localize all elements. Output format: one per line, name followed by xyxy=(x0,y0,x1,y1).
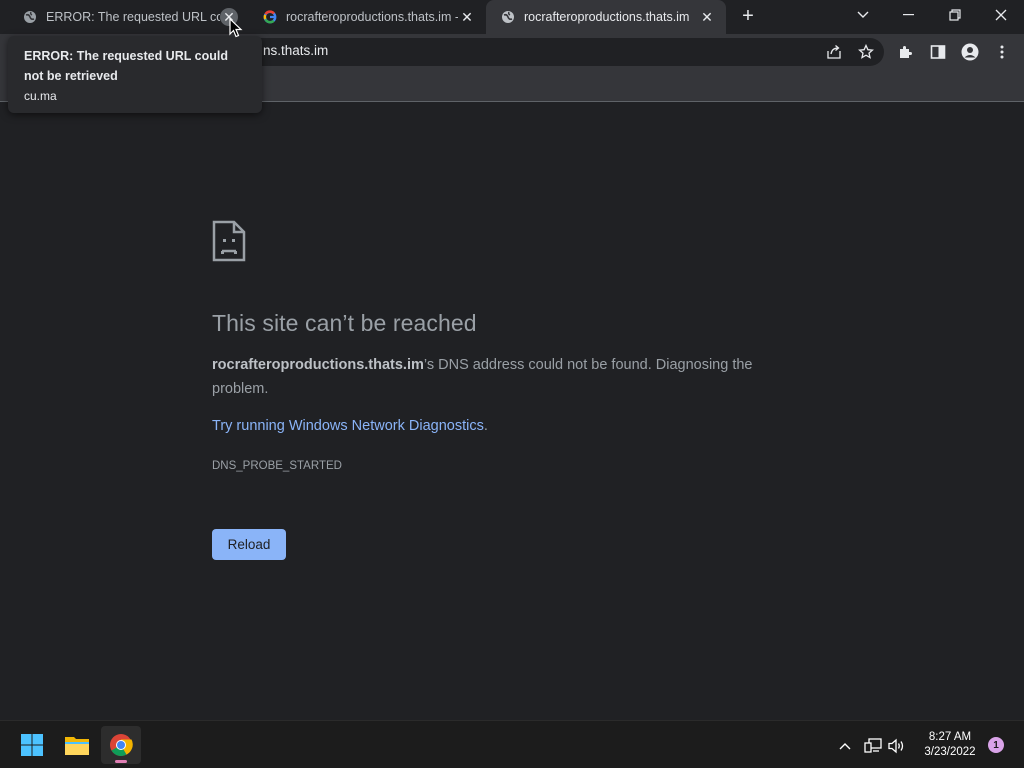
tab-search-icon[interactable] xyxy=(840,0,886,30)
menu-kebab-icon[interactable] xyxy=(990,40,1014,64)
error-page-content: This site can’t be reached rocrafteropro… xyxy=(0,103,1024,720)
restore-button[interactable] xyxy=(932,0,978,30)
sad-page-icon xyxy=(212,220,246,262)
system-clock[interactable]: 8:27 AM 3/23/2022 xyxy=(918,730,982,760)
close-window-button[interactable] xyxy=(978,0,1024,30)
clock-time: 8:27 AM xyxy=(928,731,972,743)
tab-title: ERROR: The requested URL could not be re… xyxy=(46,10,220,24)
new-tab-button[interactable]: + xyxy=(736,6,760,28)
tab-google-search[interactable]: rocrafteroproductions.thats.im - Google … xyxy=(248,0,486,34)
active-app-indicator xyxy=(115,760,127,763)
show-hidden-icons-chevron-icon[interactable] xyxy=(834,735,856,757)
side-panel-icon[interactable] xyxy=(926,40,950,64)
error-host: rocrafteroproductions.thats.im xyxy=(212,357,424,373)
network-icon[interactable] xyxy=(862,735,884,757)
tab-hover-tooltip: ERROR: The requested URL could not be re… xyxy=(8,36,262,113)
link-period: . xyxy=(483,418,488,434)
start-button[interactable] xyxy=(12,726,52,764)
tab-title: rocrafteroproductions.thats.im xyxy=(524,10,690,24)
tab-active-site[interactable]: rocrafteroproductions.thats.im ✕ xyxy=(486,0,726,34)
error-heading: This site can’t be reached xyxy=(212,310,477,336)
profile-avatar-icon[interactable] xyxy=(958,40,982,64)
minimize-button[interactable] xyxy=(886,0,932,30)
close-tab-icon[interactable]: ✕ xyxy=(458,8,476,26)
mouse-cursor-icon xyxy=(229,17,243,38)
bookmark-star-icon[interactable] xyxy=(854,40,878,64)
tooltip-title: ERROR: The requested URL could not be re… xyxy=(24,49,228,83)
notification-badge[interactable]: 1 xyxy=(988,737,1004,753)
error-message: rocrafteroproductions.thats.im’s DNS add… xyxy=(212,353,792,401)
tab-error-page[interactable]: ERROR: The requested URL could not be re… xyxy=(8,0,248,34)
tab-strip: ERROR: The requested URL could not be re… xyxy=(0,0,1024,34)
close-tab-icon[interactable]: ✕ xyxy=(698,8,716,26)
google-icon xyxy=(262,9,278,25)
network-diagnostics-link[interactable]: Try running Windows Network Diagnostics xyxy=(212,418,484,434)
file-explorer-button[interactable] xyxy=(57,726,97,764)
chrome-taskbar-button[interactable] xyxy=(101,726,141,764)
network-diagnostics-link-wrapper: Try running Windows Network Diagnostics. xyxy=(212,418,488,434)
extensions-icon[interactable] xyxy=(894,40,918,64)
share-icon[interactable] xyxy=(822,40,846,64)
volume-icon[interactable] xyxy=(886,735,908,757)
taskbar: 8:27 AM 3/23/2022 1 xyxy=(0,720,1024,768)
reload-button[interactable]: Reload xyxy=(212,529,286,560)
tab-title: rocrafteroproductions.thats.im - Google … xyxy=(286,10,458,24)
globe-icon xyxy=(500,9,516,25)
url-text[interactable]: ns.thats.im xyxy=(263,43,328,58)
clock-date: 3/23/2022 xyxy=(924,746,976,758)
tooltip-url: cu.ma xyxy=(24,89,57,103)
globe-icon xyxy=(22,9,38,25)
error-code: DNS_PROBE_STARTED xyxy=(212,460,342,472)
